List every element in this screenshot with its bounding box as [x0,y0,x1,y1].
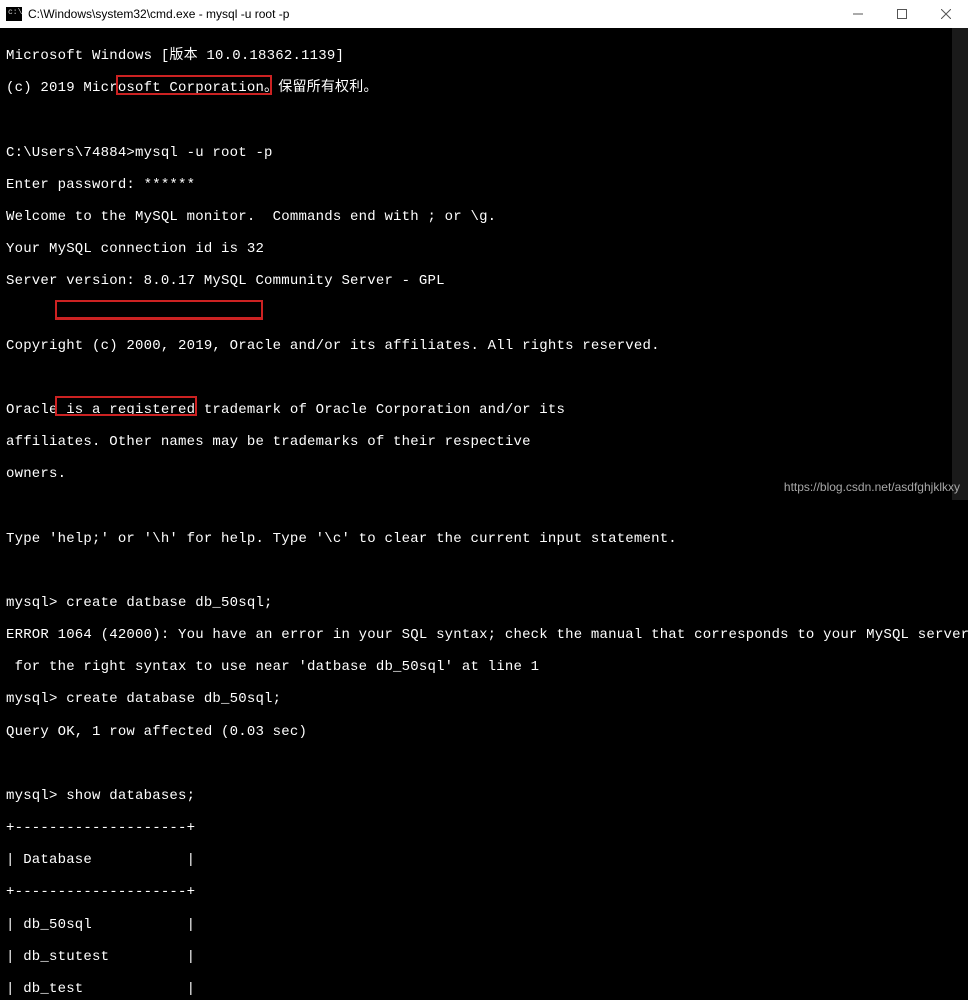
output-line [6,112,962,128]
close-button[interactable] [924,0,968,28]
minimize-button[interactable] [836,0,880,28]
maximize-button[interactable] [880,0,924,28]
table-row: | db_50sql | [6,917,962,933]
table-row: | db_stutest | [6,949,962,965]
watermark-url: https://blog.csdn.net/asdfghjklkxy [784,480,960,494]
output-line [6,563,962,579]
cmd-icon [6,7,22,21]
window-controls [836,0,968,28]
error-line: for the right syntax to use near 'datbas… [6,659,962,675]
output-line: Enter password: ****** [6,177,962,193]
output-line: Query OK, 1 row affected (0.03 sec) [6,724,962,740]
output-line [6,370,962,386]
titlebar-left: C:\Windows\system32\cmd.exe - mysql -u r… [6,7,289,21]
terminal-output[interactable]: Microsoft Windows [版本 10.0.18362.1139] (… [0,28,968,1000]
table-row: | db_test | [6,981,962,997]
window-title: C:\Windows\system32\cmd.exe - mysql -u r… [28,7,289,21]
mysql-prompt-line: mysql> create database db_50sql; [6,691,962,707]
error-line: ERROR 1064 (42000): You have an error in… [6,627,962,643]
output-line: Copyright (c) 2000, 2019, Oracle and/or … [6,338,962,354]
output-line [6,306,962,322]
mysql-prompt-line: mysql> create datbase db_50sql; [6,595,962,611]
output-line: Server version: 8.0.17 MySQL Community S… [6,273,962,289]
output-line: Microsoft Windows [版本 10.0.18362.1139] [6,48,962,64]
output-line: (c) 2019 Microsoft Corporation。保留所有权利。 [6,80,962,96]
output-line: Oracle is a registered trademark of Orac… [6,402,962,418]
table-border: +--------------------+ [6,884,962,900]
output-line: Welcome to the MySQL monitor. Commands e… [6,209,962,225]
vertical-scrollbar[interactable] [952,28,968,500]
output-line: Type 'help;' or '\h' for help. Type '\c'… [6,531,962,547]
output-line: Your MySQL connection id is 32 [6,241,962,257]
output-line: affiliates. Other names may be trademark… [6,434,962,450]
window-titlebar: C:\Windows\system32\cmd.exe - mysql -u r… [0,0,968,28]
table-border: +--------------------+ [6,820,962,836]
mysql-prompt-line: mysql> show databases; [6,788,962,804]
output-line [6,756,962,772]
table-header: | Database | [6,852,962,868]
prompt-line: C:\Users\74884>mysql -u root -p [6,145,962,161]
output-line [6,498,962,514]
